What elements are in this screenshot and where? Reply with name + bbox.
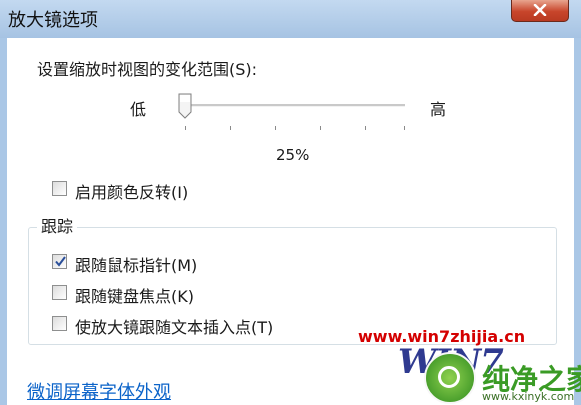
- tracking-group-label: 跟踪: [37, 213, 78, 237]
- zoom-percent-value: 25%: [276, 146, 310, 164]
- magnifier-options-dialog: 放大镜选项 设置缩放时视图的变化范围(S): 低 高 25% 启用颜色反转(I)…: [0, 0, 581, 405]
- zoom-range-label: 设置缩放时视图的变化范围(S):: [37, 60, 258, 79]
- zoom-high-label: 高: [430, 100, 447, 119]
- zoom-slider-thumb[interactable]: [178, 93, 192, 119]
- watermark-site-url: www.kxinyk.com: [482, 390, 575, 403]
- slider-tick: [230, 126, 231, 130]
- title-bar: 放大镜选项: [0, 0, 581, 38]
- follow-keyboard-checkbox[interactable]: [52, 285, 67, 300]
- watermark-badge-icon: [424, 352, 476, 404]
- checkmark-icon: [55, 256, 66, 267]
- close-button[interactable]: [511, 0, 569, 22]
- follow-text-cursor-checkbox[interactable]: [52, 316, 67, 331]
- adjust-font-link[interactable]: 微调屏幕字体外观: [27, 378, 171, 404]
- color-invert-checkbox[interactable]: [52, 181, 67, 196]
- zoom-low-label: 低: [130, 100, 147, 119]
- slider-tick: [185, 126, 186, 130]
- follow-keyboard-label[interactable]: 跟随键盘焦点(K): [75, 283, 194, 307]
- color-invert-label[interactable]: 启用颜色反转(I): [75, 179, 188, 203]
- close-icon: [533, 4, 547, 16]
- slider-tick: [320, 126, 321, 130]
- slider-tick: [275, 126, 276, 130]
- power-icon: [438, 366, 460, 388]
- slider-tick: [365, 126, 366, 130]
- slider-tick: [404, 126, 405, 130]
- follow-mouse-label[interactable]: 跟随鼠标指针(M): [75, 252, 197, 276]
- follow-mouse-checkbox[interactable]: [52, 254, 67, 269]
- window-title: 放大镜选项: [8, 10, 98, 31]
- zoom-slider-track[interactable]: [183, 104, 405, 107]
- follow-text-cursor-label[interactable]: 使放大镜跟随文本插入点(T): [75, 314, 273, 338]
